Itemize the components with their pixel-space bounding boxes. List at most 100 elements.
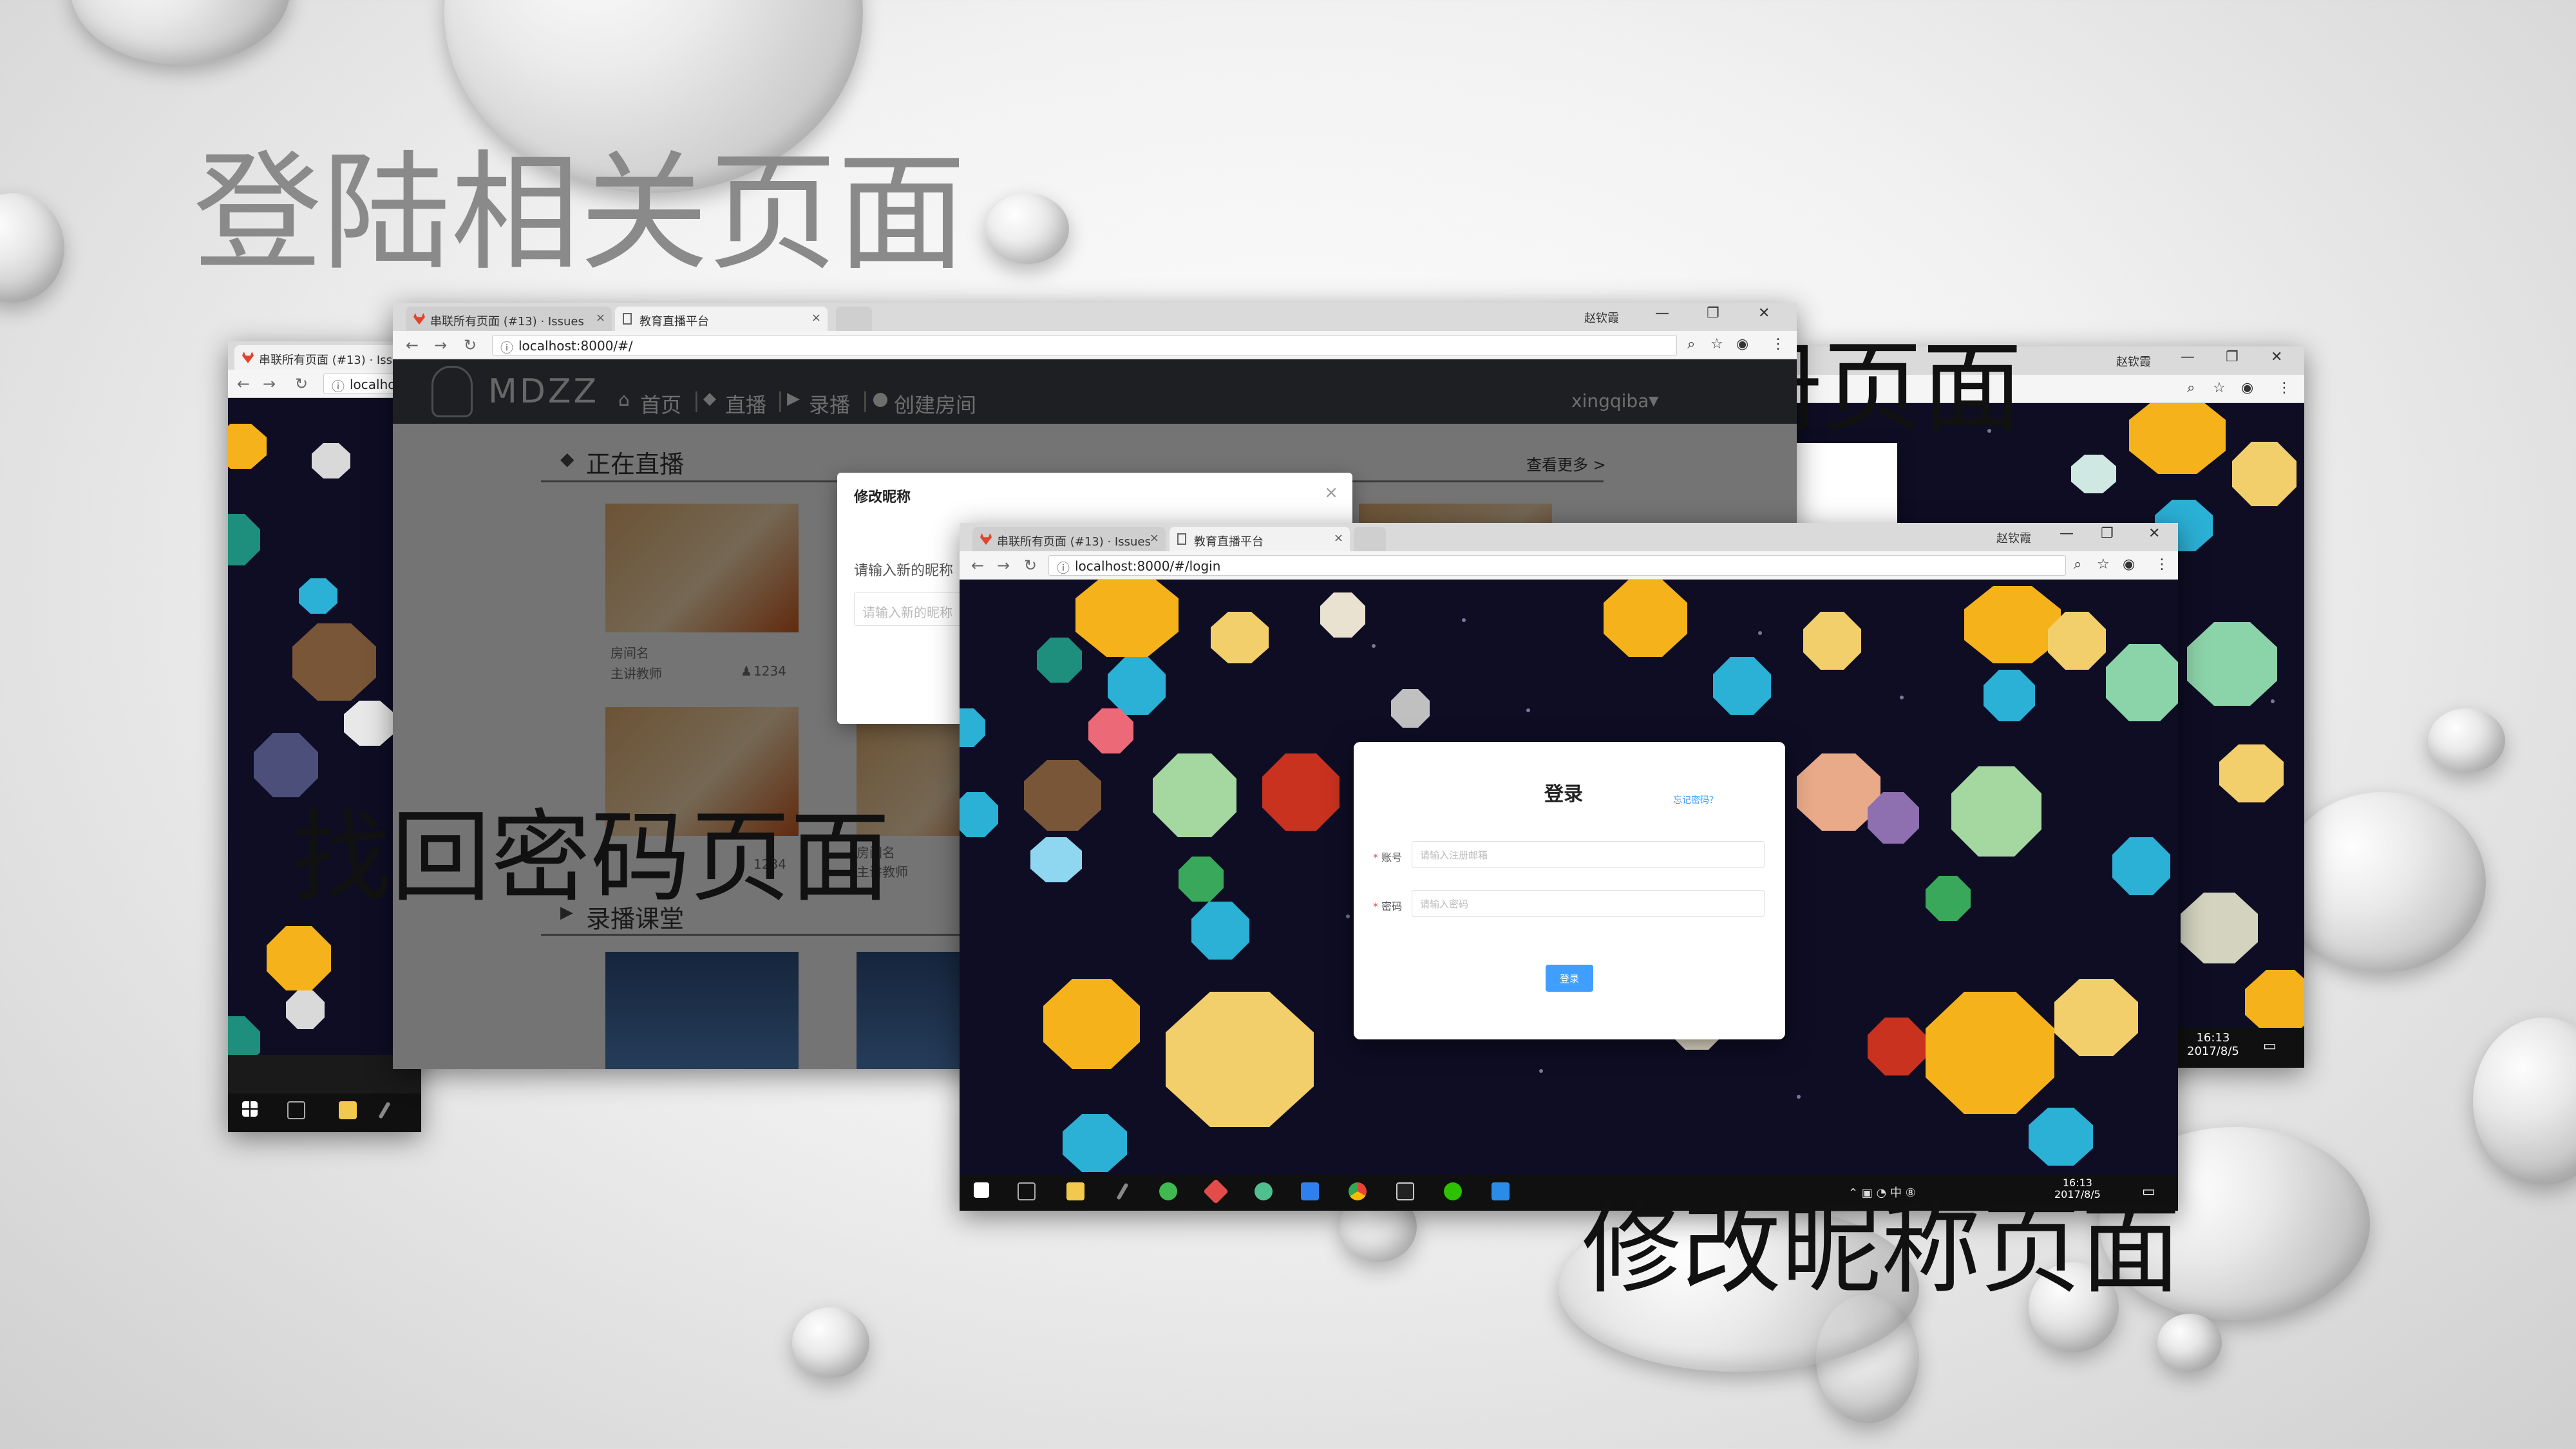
zoom-icon[interactable]: ⌕ xyxy=(1687,336,1695,352)
login-button[interactable]: 登录 xyxy=(1546,965,1593,992)
extension-icon[interactable]: ◉ xyxy=(1736,336,1748,352)
forward-icon[interactable]: → xyxy=(263,375,276,393)
gem-decoration xyxy=(2106,644,2178,721)
tab-gitlab[interactable]: 串联所有页面 (#13) · Issues × xyxy=(406,307,612,331)
new-tab-button[interactable] xyxy=(836,307,872,331)
close-button[interactable]: ✕ xyxy=(2271,349,2282,365)
gem-decoration xyxy=(1391,689,1430,728)
windows-start-icon[interactable] xyxy=(242,1101,258,1117)
bookmark-star-icon[interactable]: ☆ xyxy=(2213,380,2226,396)
gem-decoration xyxy=(1604,580,1687,657)
account-input[interactable]: 请输入注册邮箱 xyxy=(1412,841,1765,868)
gem-decoration xyxy=(1108,657,1166,715)
zoom-icon[interactable]: ⌕ xyxy=(2187,380,2195,396)
gem-decoration xyxy=(1964,586,2061,663)
clock-time: 16:13 xyxy=(2062,1177,2092,1189)
app-green-icon[interactable] xyxy=(1159,1182,1177,1200)
password-input[interactable]: 请输入密码 xyxy=(1412,890,1765,917)
address-bar: ← → ↻ ⓘ localhost:8000/#/ ⌕ ☆ ◉ ⋮ xyxy=(393,331,1797,359)
menu-dots-icon[interactable]: ⋮ xyxy=(1771,336,1785,352)
word-icon[interactable] xyxy=(1492,1182,1510,1200)
tab-close-icon[interactable]: × xyxy=(811,311,821,325)
slide-title: 登陆相关页面 xyxy=(193,138,967,289)
wechat-icon[interactable] xyxy=(1444,1182,1462,1200)
task-view-icon[interactable] xyxy=(287,1101,305,1119)
url-field[interactable]: ⓘ localhost:8000/#/ xyxy=(492,335,1677,355)
back-icon[interactable]: ← xyxy=(237,375,250,393)
user-badge: 赵钦霞 xyxy=(1996,532,2031,545)
gem-decoration xyxy=(1088,708,1133,753)
close-button[interactable]: ✕ xyxy=(1758,305,1770,321)
gem-decoration xyxy=(1063,1114,1127,1172)
tab-close-icon[interactable]: × xyxy=(596,311,605,325)
star-dot xyxy=(1372,644,1376,648)
tab-label: 教育直播平台 xyxy=(639,315,709,328)
close-button[interactable]: ✕ xyxy=(2148,526,2160,542)
tab-app[interactable]: 教育直播平台 × xyxy=(1170,527,1350,551)
bookmark-star-icon[interactable]: ☆ xyxy=(2097,556,2110,573)
task-view-icon[interactable] xyxy=(1018,1182,1036,1200)
file-explorer-icon[interactable] xyxy=(1066,1182,1084,1200)
bookmark-star-icon[interactable]: ☆ xyxy=(1710,336,1723,352)
file-explorer-icon[interactable] xyxy=(339,1101,357,1119)
windows-start-icon[interactable] xyxy=(974,1182,989,1198)
gem-decoration xyxy=(1926,876,1971,921)
terminal-icon[interactable] xyxy=(1396,1182,1414,1200)
url-field[interactable]: ⓘ localhost:8000/#/login xyxy=(1048,555,2066,576)
info-icon: ⓘ xyxy=(500,340,513,355)
gem-decoration xyxy=(228,424,267,469)
user-badge: 赵钦霞 xyxy=(2116,355,2151,369)
gem-decoration xyxy=(312,443,350,478)
zoom-icon[interactable]: ⌕ xyxy=(2074,556,2081,573)
tab-close-icon[interactable]: × xyxy=(1334,531,1343,545)
tab-close-icon[interactable]: × xyxy=(1150,531,1159,545)
gem-decoration xyxy=(1803,612,1861,670)
gem-decoration xyxy=(254,733,318,797)
minimize-button[interactable]: — xyxy=(2181,349,2195,365)
restore-button[interactable]: ❐ xyxy=(2101,526,2114,542)
forgot-password-link[interactable]: 忘记密码？ xyxy=(1673,793,1718,806)
password-label: * 密码 xyxy=(1373,900,1403,913)
password-label-text: 密码 xyxy=(1381,900,1403,913)
space-background xyxy=(228,398,421,1132)
forward-icon[interactable]: → xyxy=(997,556,1010,574)
gem-decoration xyxy=(1951,766,2041,857)
gem-decoration xyxy=(344,701,395,746)
pen-icon[interactable] xyxy=(378,1101,391,1119)
vscode-icon[interactable] xyxy=(1301,1182,1319,1200)
gem-decoration xyxy=(1153,753,1236,837)
app-teal-icon[interactable] xyxy=(1255,1182,1273,1200)
restore-button[interactable]: ❐ xyxy=(2226,349,2239,365)
minimize-button[interactable]: — xyxy=(1655,305,1669,321)
back-icon[interactable]: ← xyxy=(971,556,984,574)
page-icon xyxy=(623,313,632,325)
tab-app[interactable]: 教育直播平台 × xyxy=(615,307,828,331)
back-icon[interactable]: ← xyxy=(406,336,419,354)
gem-decoration xyxy=(1262,753,1340,831)
git-kraken-icon[interactable] xyxy=(1203,1179,1229,1204)
reload-icon[interactable]: ↻ xyxy=(1024,556,1037,574)
forward-icon[interactable]: → xyxy=(434,336,447,354)
extension-icon[interactable]: ◉ xyxy=(2123,556,2135,573)
gitlab-icon xyxy=(413,313,425,325)
tab-gitlab[interactable]: 串联所有页面 (#13) · Issues × xyxy=(972,527,1166,551)
close-icon[interactable]: × xyxy=(1324,483,1338,502)
extension-icon[interactable]: ◉ xyxy=(2241,380,2253,396)
reload-icon[interactable]: ↻ xyxy=(464,336,477,354)
new-tab-button[interactable] xyxy=(1354,527,1386,551)
page-icon xyxy=(1177,533,1186,545)
gem-decoration xyxy=(1320,592,1365,638)
minimize-button[interactable]: — xyxy=(2060,526,2074,542)
notification-icon[interactable]: ▭ xyxy=(2263,1038,2277,1054)
chrome-icon[interactable] xyxy=(1349,1182,1367,1200)
menu-dots-icon[interactable]: ⋮ xyxy=(2277,380,2291,396)
gem-decoration xyxy=(1179,857,1224,902)
reload-icon[interactable]: ↻ xyxy=(295,375,308,393)
login-title: 登录 xyxy=(1544,783,1583,806)
menu-dots-icon[interactable]: ⋮ xyxy=(2155,556,2169,573)
gem-decoration xyxy=(2219,744,2284,802)
star-dot xyxy=(1797,1095,1801,1099)
pen-icon[interactable] xyxy=(1116,1182,1129,1200)
restore-button[interactable]: ❐ xyxy=(1707,305,1719,321)
taskbar xyxy=(228,1094,421,1132)
